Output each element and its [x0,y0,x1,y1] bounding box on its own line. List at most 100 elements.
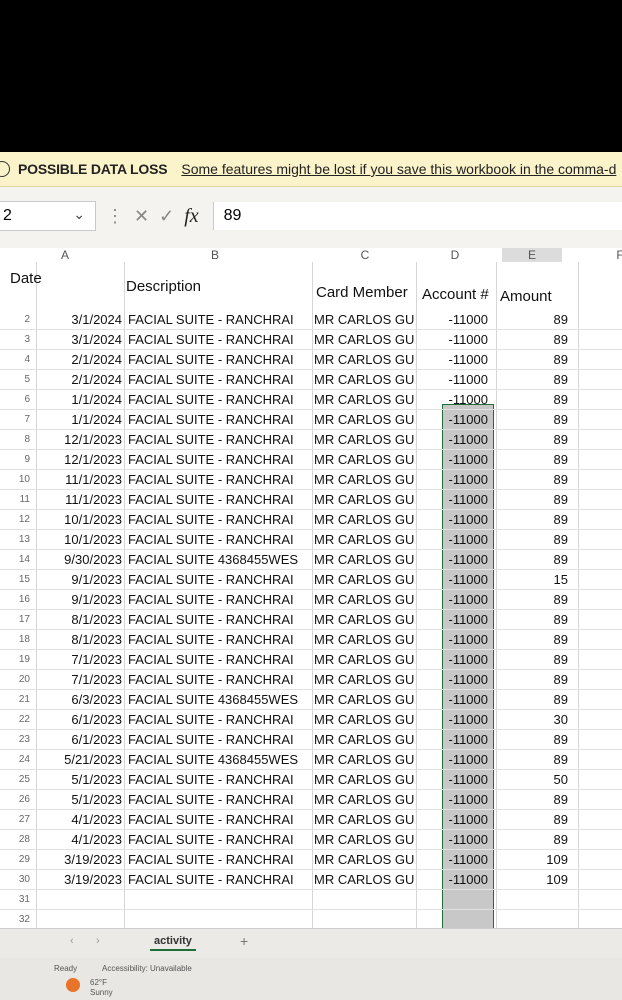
cell-description[interactable]: FACIAL SUITE - RANCHRAI [128,372,310,387]
cell-account[interactable]: -11000 [418,312,488,327]
cell-date[interactable]: 5/1/2023 [38,772,122,787]
row-header[interactable]: 16 [0,594,34,605]
formula-input[interactable]: 89 [212,202,622,230]
cell-account[interactable]: -11000 [418,672,488,687]
cell-date[interactable]: 7/1/2023 [38,672,122,687]
header-card-member[interactable]: Card Member [316,284,408,301]
row-header[interactable]: 25 [0,774,34,785]
row-header[interactable]: 5 [0,374,34,385]
row-header[interactable]: 17 [0,614,34,625]
cell-date[interactable]: 12/1/2023 [38,452,122,467]
cell-account[interactable]: -11000 [418,392,488,407]
cell-account[interactable]: -11000 [418,752,488,767]
cell-description[interactable]: FACIAL SUITE - RANCHRAI [128,472,310,487]
scroll-left-icon[interactable]: ‹ [70,935,74,947]
cell-account[interactable]: -11000 [418,732,488,747]
cell-amount[interactable]: 89 [498,612,568,627]
cell-description[interactable]: FACIAL SUITE - RANCHRAI [128,652,310,667]
cell-card-member[interactable]: MR CARLOS GU [314,412,414,427]
cell-amount[interactable]: 89 [498,812,568,827]
cell-date[interactable]: 12/1/2023 [38,432,122,447]
cell-date[interactable]: 11/1/2023 [38,492,122,507]
row-header[interactable]: 15 [0,574,34,585]
cell-date[interactable]: 8/1/2023 [38,632,122,647]
row-header[interactable]: 18 [0,634,34,645]
header-amount[interactable]: Amount [500,288,552,305]
cell-description[interactable]: FACIAL SUITE - RANCHRAI [128,332,310,347]
cell-amount[interactable]: 109 [498,852,568,867]
cell-amount[interactable]: 89 [498,332,568,347]
cell-description[interactable]: FACIAL SUITE - RANCHRAI [128,452,310,467]
row-header[interactable]: 6 [0,394,34,405]
row-header[interactable]: 7 [0,414,34,425]
header-date[interactable]: Date [10,270,42,287]
more-options-icon[interactable]: ⋮ [106,206,124,227]
cell-account[interactable]: -11000 [418,412,488,427]
sheet-tab-activity[interactable]: activity [150,933,196,951]
cell-card-member[interactable]: MR CARLOS GU [314,652,414,667]
cell-date[interactable]: 9/1/2023 [38,572,122,587]
row-header[interactable]: 8 [0,434,34,445]
cell-amount[interactable]: 89 [498,472,568,487]
row-header[interactable]: 13 [0,534,34,545]
row-header[interactable]: 22 [0,714,34,725]
cell-card-member[interactable]: MR CARLOS GU [314,472,414,487]
cell-card-member[interactable]: MR CARLOS GU [314,552,414,567]
cell-date[interactable]: 2/1/2024 [38,372,122,387]
cell-account[interactable]: -11000 [418,632,488,647]
cell-card-member[interactable]: MR CARLOS GU [314,712,414,727]
cell-description[interactable]: FACIAL SUITE - RANCHRAI [128,312,310,327]
cell-description[interactable]: FACIAL SUITE - RANCHRAI [128,852,310,867]
cell-amount[interactable]: 89 [498,412,568,427]
cell-card-member[interactable]: MR CARLOS GU [314,432,414,447]
cell-date[interactable]: 7/1/2023 [38,652,122,667]
cell-amount[interactable]: 89 [498,652,568,667]
cell-description[interactable]: FACIAL SUITE - RANCHRAI [128,612,310,627]
cell-date[interactable]: 5/1/2023 [38,792,122,807]
cell-amount[interactable]: 89 [498,352,568,367]
cell-account[interactable]: -11000 [418,872,488,887]
row-header[interactable]: 2 [0,314,34,325]
cell-description[interactable]: FACIAL SUITE - RANCHRAI [128,532,310,547]
chevron-down-icon[interactable]: ⌄ [73,206,85,223]
column-header-e[interactable]: E [502,248,562,262]
cell-account[interactable]: -11000 [418,492,488,507]
row-header[interactable]: 28 [0,834,34,845]
column-header-f[interactable]: F [600,248,622,262]
cell-date[interactable]: 8/1/2023 [38,612,122,627]
add-sheet-button[interactable]: + [240,933,248,949]
cell-amount[interactable]: 89 [498,492,568,507]
cell-account[interactable]: -11000 [418,652,488,667]
cell-date[interactable]: 2/1/2024 [38,352,122,367]
cell-card-member[interactable]: MR CARLOS GU [314,772,414,787]
cell-account[interactable]: -11000 [418,832,488,847]
cell-date[interactable]: 5/21/2023 [38,752,122,767]
cell-account[interactable]: -11000 [418,592,488,607]
row-header[interactable]: 21 [0,694,34,705]
cancel-icon[interactable]: ✕ [134,206,149,227]
cell-account[interactable]: -11000 [418,772,488,787]
cell-card-member[interactable]: MR CARLOS GU [314,872,414,887]
row-header[interactable]: 11 [0,494,34,505]
cell-card-member[interactable]: MR CARLOS GU [314,452,414,467]
cell-description[interactable]: FACIAL SUITE - RANCHRAI [128,712,310,727]
row-header[interactable]: 32 [0,914,34,925]
row-header[interactable]: 14 [0,554,34,565]
cell-card-member[interactable]: MR CARLOS GU [314,532,414,547]
cell-account[interactable]: -11000 [418,452,488,467]
cell-amount[interactable]: 89 [498,732,568,747]
cell-card-member[interactable]: MR CARLOS GU [314,832,414,847]
cell-card-member[interactable]: MR CARLOS GU [314,752,414,767]
cell-amount[interactable]: 89 [498,312,568,327]
cell-date[interactable]: 1/1/2024 [38,412,122,427]
row-header[interactable]: 30 [0,874,34,885]
row-header[interactable]: 29 [0,854,34,865]
cell-description[interactable]: FACIAL SUITE 4368455WES [128,692,310,707]
enter-icon[interactable]: ✓ [159,206,174,227]
cell-card-member[interactable]: MR CARLOS GU [314,592,414,607]
cell-card-member[interactable]: MR CARLOS GU [314,732,414,747]
cell-description[interactable]: FACIAL SUITE - RANCHRAI [128,412,310,427]
cell-date[interactable]: 9/30/2023 [38,552,122,567]
cell-card-member[interactable]: MR CARLOS GU [314,672,414,687]
cell-date[interactable]: 3/1/2024 [38,312,122,327]
